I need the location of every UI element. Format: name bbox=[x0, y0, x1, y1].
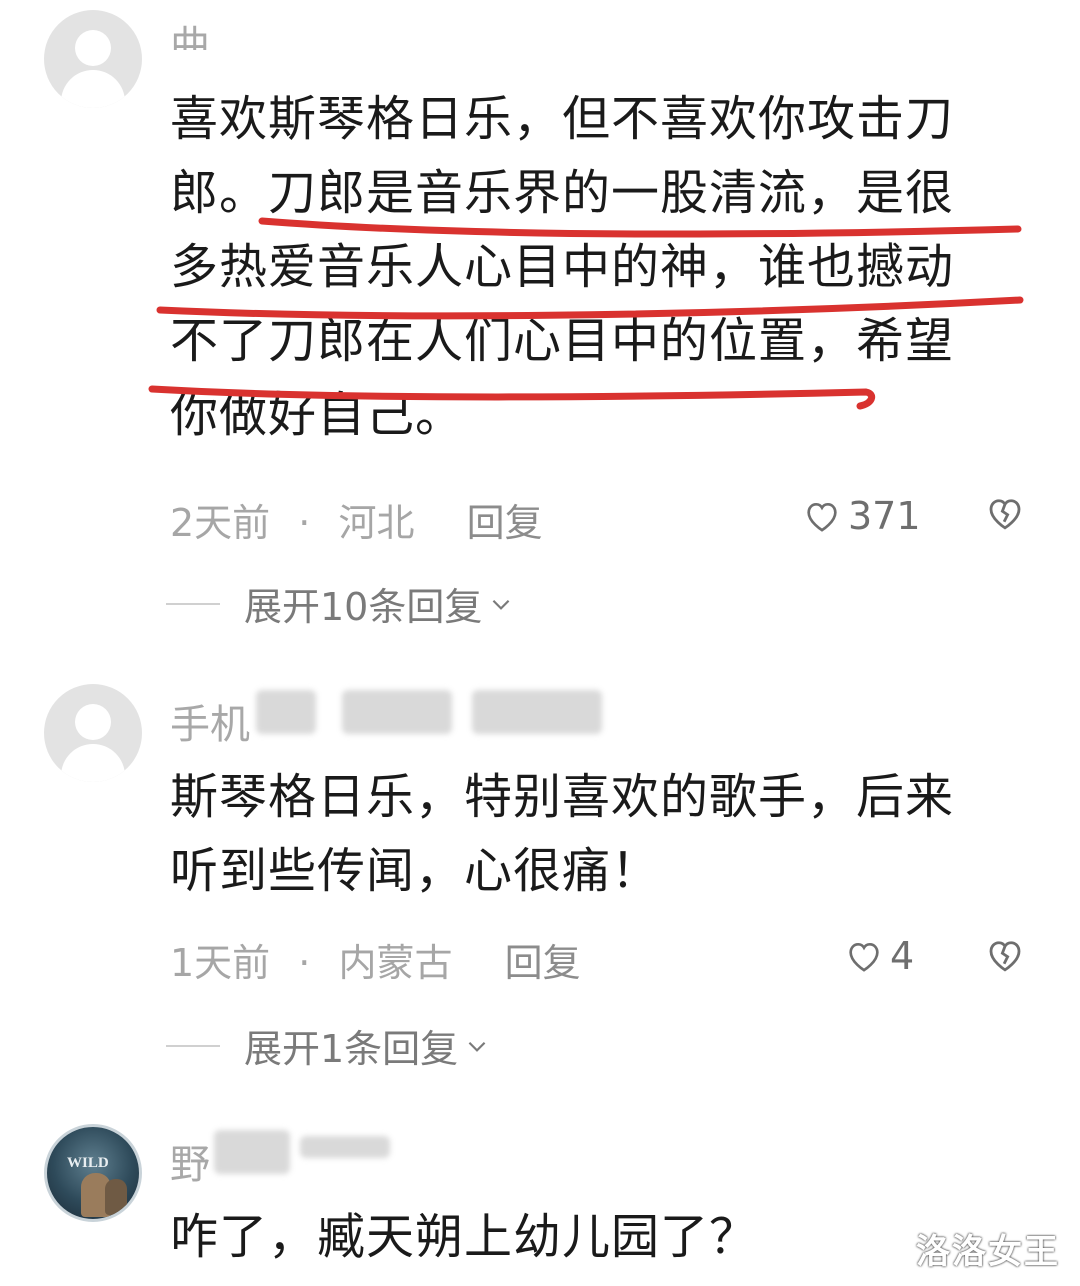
highlight-underline bbox=[148, 217, 1024, 410]
expand-replies-button[interactable]: 展开1条回复 bbox=[166, 1018, 490, 1073]
comment-line: 听到些传闻，心很痛！ bbox=[170, 843, 661, 899]
comment-time: 1天前 bbox=[170, 941, 271, 985]
comment-line: 咋了，臧天朔上幼儿园了？ bbox=[170, 1209, 759, 1265]
like-button[interactable]: 4 bbox=[844, 934, 914, 978]
comment-location: 河北 bbox=[338, 501, 415, 545]
heart-icon bbox=[849, 942, 879, 972]
comment-text: 咋了，臧天朔上幼儿园了？ bbox=[170, 1200, 1030, 1274]
expand-label: 展开1条回复 bbox=[244, 1027, 459, 1071]
comment-meta: 1天前 · 内蒙古 回复 bbox=[170, 932, 581, 987]
expand-label: 展开10条回复 bbox=[244, 585, 483, 629]
chevron-down-icon bbox=[493, 599, 510, 610]
chevron-down-icon bbox=[468, 1041, 486, 1052]
expand-replies-button[interactable]: 展开10条回复 bbox=[166, 576, 514, 631]
avatar[interactable]: WILD bbox=[44, 1124, 142, 1222]
broken-heart-icon[interactable] bbox=[984, 934, 1026, 976]
like-button[interactable]: 371 bbox=[802, 494, 921, 538]
like-count: 4 bbox=[890, 934, 915, 978]
username-text: 野 bbox=[170, 1142, 210, 1188]
avatar[interactable] bbox=[44, 684, 142, 782]
username[interactable]: 野 bbox=[170, 1132, 210, 1190]
reply-button[interactable]: 回复 bbox=[505, 941, 581, 985]
username-text: 手机 bbox=[170, 702, 250, 748]
meta-separator: · bbox=[298, 941, 311, 985]
avatar-text: WILD bbox=[67, 1155, 109, 1171]
username[interactable]: 手机 bbox=[170, 692, 250, 750]
reply-button[interactable]: 回复 bbox=[467, 501, 543, 545]
like-count: 371 bbox=[848, 494, 921, 538]
comment-time: 2天前 bbox=[170, 501, 271, 545]
comment-location: 内蒙古 bbox=[338, 941, 453, 985]
meta-separator: · bbox=[298, 501, 311, 545]
heart-icon bbox=[807, 502, 837, 532]
comment-line: 斯琴格日乐，特别喜欢的歌手，后来 bbox=[170, 769, 955, 825]
watermark: 洛洛女王 bbox=[916, 1232, 1060, 1272]
comment-meta: 2天前 · 河北 回复 bbox=[170, 492, 543, 547]
comment-text: 斯琴格日乐，特别喜欢的歌手，后来 听到些传闻，心很痛！ bbox=[170, 760, 1030, 908]
broken-heart-icon[interactable] bbox=[984, 492, 1026, 534]
